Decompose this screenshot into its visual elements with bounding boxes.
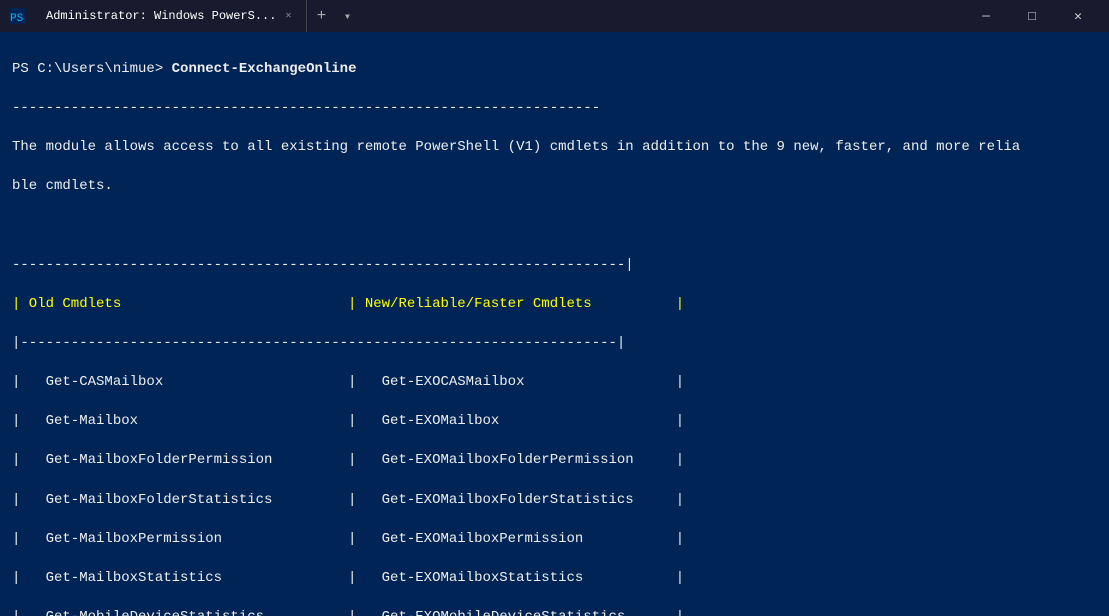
minimize-button[interactable]: ─ <box>963 0 1009 32</box>
tab-list: Administrator: Windows PowerS... ✕ + ▾ <box>34 0 963 32</box>
table-row-7: | Get-MobileDeviceStatistics | Get-EXOMo… <box>12 608 1097 616</box>
separator-1: ----------------------------------------… <box>12 99 1097 119</box>
blank-1 <box>12 216 1097 236</box>
table-row-5: | Get-MailboxPermission | Get-EXOMailbox… <box>12 530 1097 550</box>
table-row-4: | Get-MailboxFolderStatistics | Get-EXOM… <box>12 491 1097 511</box>
titlebar: PS Administrator: Windows PowerS... ✕ + … <box>0 0 1109 32</box>
tab-powershell[interactable]: Administrator: Windows PowerS... ✕ <box>34 0 307 32</box>
table-row-1: | Get-CASMailbox | Get-EXOCASMailbox | <box>12 373 1097 393</box>
table-row-2: | Get-Mailbox | Get-EXOMailbox | <box>12 412 1097 432</box>
command-1: Connect-ExchangeOnline <box>172 61 357 77</box>
desc-line-1: The module allows access to all existing… <box>12 138 1097 158</box>
maximize-button[interactable]: □ <box>1009 0 1055 32</box>
terminal-output: PS C:\Users\nimue> Connect-ExchangeOnlin… <box>0 32 1109 616</box>
tab-close-button[interactable]: ✕ <box>282 8 294 24</box>
new-tab-button[interactable]: + <box>307 0 335 32</box>
separator-3: |---------------------------------------… <box>12 334 1097 354</box>
and-text: and <box>903 139 928 155</box>
table-row-3: | Get-MailboxFolderPermission | Get-EXOM… <box>12 451 1097 471</box>
tab-dropdown-button[interactable]: ▾ <box>335 0 359 32</box>
app-icon: PS <box>8 7 26 25</box>
cmd-line-1: PS C:\Users\nimue> Connect-ExchangeOnlin… <box>12 60 1097 80</box>
window-controls: ─ □ ✕ <box>963 0 1101 32</box>
separator-2: ----------------------------------------… <box>12 256 1097 276</box>
tab-label: Administrator: Windows PowerS... <box>46 9 276 23</box>
close-button[interactable]: ✕ <box>1055 0 1101 32</box>
table-header: | Old Cmdlets | New/Reliable/Faster Cmdl… <box>12 295 1097 315</box>
prompt-1: PS C:\Users\nimue> <box>12 61 172 77</box>
svg-text:PS: PS <box>10 13 24 24</box>
desc-line-2: ble cmdlets. <box>12 177 1097 197</box>
table-row-6: | Get-MailboxStatistics | Get-EXOMailbox… <box>12 569 1097 589</box>
